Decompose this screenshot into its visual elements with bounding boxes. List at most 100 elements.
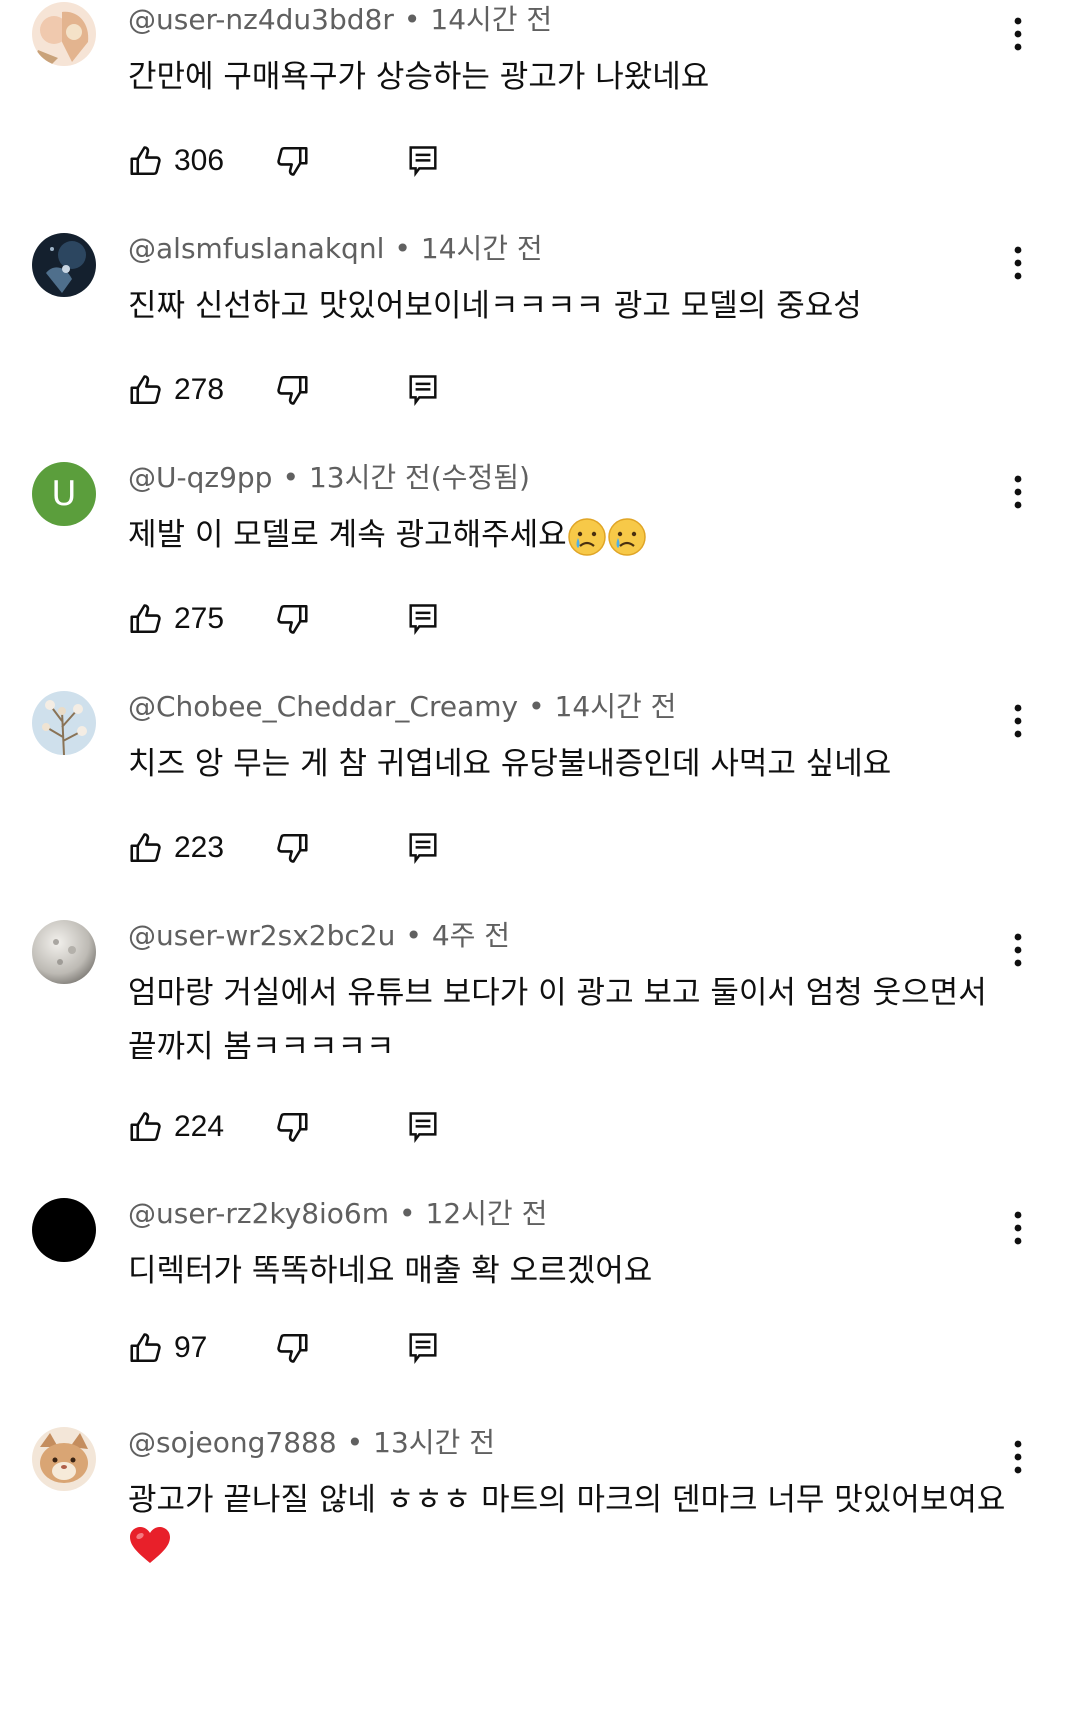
- comment-meta: @Chobee_Cheddar_Creamy • 14시간 전: [128, 687, 676, 727]
- red-heart-icon: [130, 1527, 170, 1563]
- avatar[interactable]: [32, 691, 96, 755]
- comment-text: 디렉터가 똑똑하네요 매출 확 오르겠어요: [128, 1253, 653, 1289]
- meta-separator: •: [394, 232, 411, 265]
- comment-text-body: 제발 이 모델로 계속 광고해주세요: [128, 517, 567, 553]
- reply-icon: [409, 375, 437, 406]
- comment-text: 치즈 앙 무는 게 참 귀엽네요 유당불내증인데 사먹고 싶네요: [128, 746, 892, 782]
- reply-icon: [409, 146, 437, 177]
- avatar[interactable]: [32, 233, 96, 297]
- like-count: 97: [174, 1331, 208, 1364]
- avatar[interactable]: [32, 1198, 96, 1262]
- like-button[interactable]: 275: [128, 595, 224, 643]
- comment-author[interactable]: @Chobee_Cheddar_Creamy: [128, 690, 518, 723]
- comment-meta: @user-rz2ky8io6m • 12시간 전: [128, 1194, 547, 1234]
- meta-separator: •: [399, 1197, 416, 1230]
- thumbs-down-icon: [277, 146, 308, 176]
- thumbs-up-icon: [130, 146, 161, 176]
- crying-face-icon: [607, 517, 646, 556]
- reply-button[interactable]: [408, 1324, 438, 1372]
- like-count: 306: [174, 144, 225, 177]
- more-vert-icon: [1014, 933, 1022, 967]
- avatar[interactable]: [32, 920, 96, 984]
- comment-actions: 306: [128, 137, 528, 185]
- comment-author[interactable]: @user-rz2ky8io6m: [128, 1197, 389, 1230]
- more-vert-icon: [1014, 704, 1022, 738]
- meta-separator: •: [403, 3, 421, 36]
- thumbs-down-icon: [277, 1112, 308, 1142]
- comment-actions: 223: [128, 824, 528, 872]
- avatar[interactable]: U: [32, 462, 96, 526]
- comment-time[interactable]: 4주 전: [432, 919, 510, 952]
- thumbs-up-icon: [130, 604, 161, 634]
- thumbs-up-icon: [130, 833, 161, 863]
- comment-author[interactable]: @U-qz9pp: [128, 461, 272, 494]
- reply-icon: [409, 1333, 437, 1364]
- comment-actions: 278: [128, 366, 528, 414]
- reply-button[interactable]: [408, 1103, 438, 1151]
- comment-time[interactable]: 14시간 전: [421, 232, 543, 265]
- avatar[interactable]: [32, 2, 96, 66]
- dislike-button[interactable]: [274, 366, 310, 414]
- like-count: 224: [174, 1110, 225, 1143]
- dislike-button[interactable]: [274, 1324, 310, 1372]
- comment-time[interactable]: 12시간 전: [426, 1197, 548, 1230]
- comment-actions: 224: [128, 1103, 528, 1151]
- comment-time[interactable]: 13시간 전: [373, 1426, 495, 1459]
- reply-button[interactable]: [408, 366, 438, 414]
- more-vert-icon: [1014, 1440, 1022, 1474]
- reply-icon: [409, 833, 437, 864]
- dislike-button[interactable]: [274, 595, 310, 643]
- like-button[interactable]: 306: [128, 137, 224, 185]
- dislike-button[interactable]: [274, 1103, 310, 1151]
- avatar-letter: U: [51, 474, 77, 514]
- reply-button[interactable]: [408, 137, 438, 185]
- thumbs-down-icon: [277, 1333, 308, 1363]
- thumbs-up-icon: [130, 1112, 161, 1142]
- comment-time[interactable]: 14시간 전: [555, 690, 677, 723]
- like-button[interactable]: 223: [128, 824, 224, 872]
- like-button[interactable]: 97: [128, 1324, 207, 1372]
- like-button[interactable]: 224: [128, 1103, 224, 1151]
- comment-author[interactable]: @user-wr2sx2bc2u: [128, 919, 395, 952]
- avatar[interactable]: [32, 1427, 96, 1491]
- comment-author[interactable]: @sojeong7888: [128, 1426, 337, 1459]
- comment-time[interactable]: 13시간 전(수정됨): [309, 461, 530, 494]
- comment-actions: 97: [128, 1324, 528, 1372]
- like-button[interactable]: 278: [128, 366, 224, 414]
- comment-meta: @sojeong7888 • 13시간 전: [128, 1423, 495, 1463]
- meta-separator: •: [346, 1426, 364, 1459]
- more-vert-icon: [1014, 475, 1022, 509]
- comment-text: 제발 이 모델로 계속 광고해주세요: [128, 508, 1008, 562]
- like-count: 278: [174, 373, 225, 406]
- reply-icon: [409, 1112, 437, 1143]
- thumbs-up-icon: [130, 375, 161, 405]
- thumbs-down-icon: [277, 833, 308, 863]
- comment-meta: @U-qz9pp • 13시간 전(수정됨): [128, 458, 530, 498]
- comment-actions: 275: [128, 595, 528, 643]
- like-count: 223: [174, 831, 225, 864]
- comment-author[interactable]: @user-nz4du3bd8r: [128, 3, 394, 36]
- comment-time[interactable]: 14시간 전: [430, 3, 552, 36]
- more-vert-icon: [1014, 246, 1022, 280]
- meta-separator: •: [282, 461, 299, 494]
- comment-text: 광고가 끝나질 않네 ㅎㅎㅎ 마트의 마크의 덴마크 너무 맛있어보여요: [128, 1482, 1006, 1518]
- thumbs-down-icon: [277, 375, 308, 405]
- comment-meta: @user-wr2sx2bc2u • 4주 전: [128, 916, 510, 956]
- crying-face-icon: [567, 517, 606, 556]
- more-vert-icon: [1014, 17, 1022, 51]
- like-count: 275: [174, 602, 225, 635]
- reply-button[interactable]: [408, 824, 438, 872]
- comment-meta: @alsmfuslanakqnl • 14시간 전: [128, 229, 543, 269]
- meta-separator: •: [528, 690, 545, 723]
- comment-text: 진짜 신선하고 맛있어보이네ㅋㅋㅋㅋ 광고 모델의 중요성: [128, 288, 862, 324]
- comment-author[interactable]: @alsmfuslanakqnl: [128, 232, 384, 265]
- dislike-button[interactable]: [274, 824, 310, 872]
- comment-text: 간만에 구매욕구가 상승하는 광고가 나왔네요: [128, 59, 710, 95]
- thumbs-up-icon: [130, 1333, 161, 1363]
- thumbs-down-icon: [277, 604, 308, 634]
- more-vert-icon: [1014, 1211, 1022, 1245]
- comment-meta: @user-nz4du3bd8r • 14시간 전: [128, 0, 552, 40]
- meta-separator: •: [405, 919, 422, 952]
- dislike-button[interactable]: [274, 137, 310, 185]
- reply-button[interactable]: [408, 595, 438, 643]
